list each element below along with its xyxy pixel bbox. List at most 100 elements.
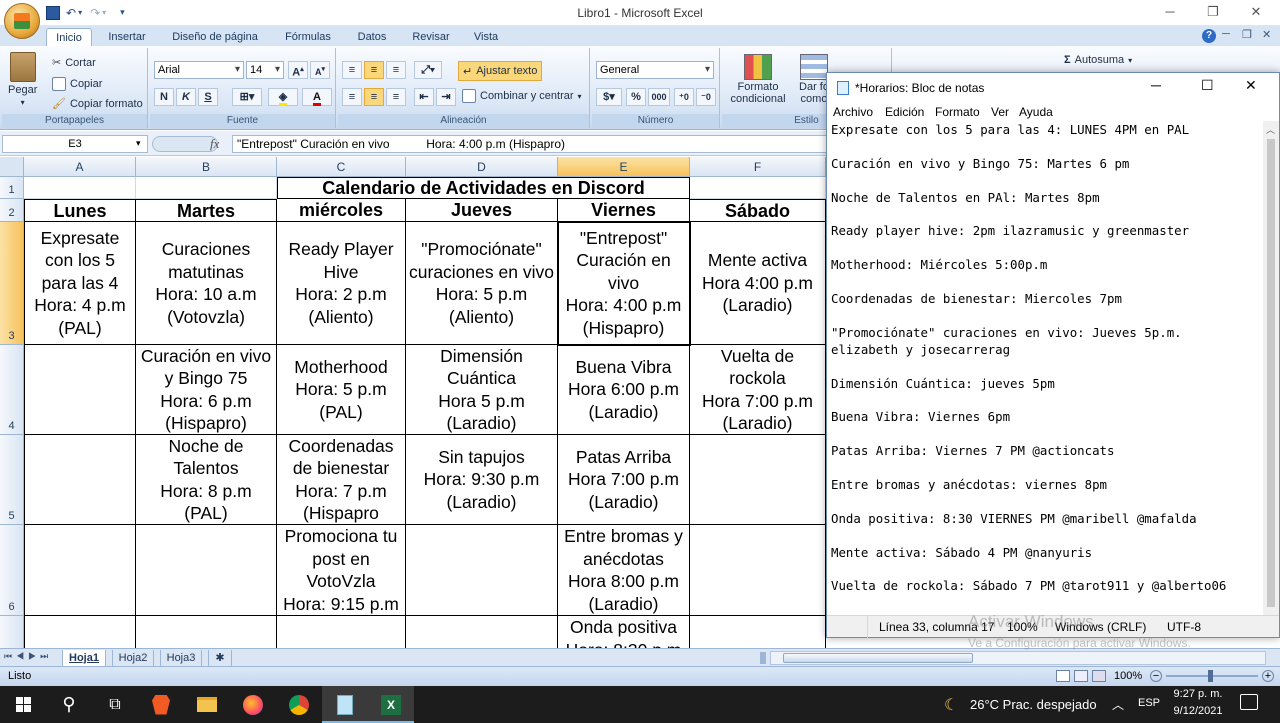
cell-c3[interactable]: Ready Player Hive Hora: 2 p.m (Aliento): [277, 222, 406, 345]
cell-b7[interactable]: [136, 616, 277, 648]
font-color-button[interactable]: A: [302, 88, 332, 106]
sheet-nav-arrows-icon[interactable]: ⏮◀▶⏭: [4, 651, 52, 662]
chrome-icon[interactable]: [276, 686, 322, 723]
weather-moon-icon[interactable]: ☾: [944, 695, 958, 715]
minimize-icon[interactable]: ─: [1150, 2, 1190, 22]
row-header-2[interactable]: 2: [0, 199, 24, 222]
cell-e6[interactable]: Entre bromas y anécdotas Hora 8:00 p.m (…: [558, 525, 690, 616]
firefox-icon[interactable]: [230, 686, 276, 723]
comma-style-button[interactable]: 000: [648, 88, 670, 106]
menu-ayuda[interactable]: Ayuda: [1019, 103, 1053, 121]
tab-inicio[interactable]: Inicio: [46, 28, 92, 46]
cell-f4[interactable]: Vuelta de rockola Hora 7:00 p.m (Laradio…: [690, 345, 826, 435]
sheet-tab-hoja2[interactable]: Hoja2: [112, 650, 154, 666]
cell-c7[interactable]: [277, 616, 406, 648]
zoom-level[interactable]: 100%: [1114, 667, 1142, 686]
notepad-minimize-icon[interactable]: ─: [1151, 77, 1161, 93]
col-header-a[interactable]: A: [24, 157, 136, 177]
wrap-text-button[interactable]: ↵ Ajustar texto: [458, 61, 543, 81]
horizontal-scrollbar[interactable]: [770, 651, 1266, 665]
calendar-title[interactable]: Calendario de Actividades en Discord: [277, 177, 690, 199]
cell-e5[interactable]: Patas Arriba Hora 7:00 p.m (Laradio): [558, 435, 690, 525]
sheet-tab-hoja1[interactable]: Hoja1: [62, 650, 106, 666]
row-header-6[interactable]: 6: [0, 525, 24, 616]
col-header-b[interactable]: B: [136, 157, 277, 177]
ribbon-close-icon[interactable]: ✕: [1262, 28, 1271, 41]
cell-b4[interactable]: Curación en vivo y Bingo 75 Hora: 6 p.m …: [136, 345, 277, 435]
file-explorer-icon[interactable]: [184, 686, 230, 723]
tray-chevron-icon[interactable]: ︿: [1112, 696, 1124, 713]
cell-c6[interactable]: Promociona tu post en VotoVzla Hora: 9:1…: [277, 525, 406, 616]
cell-a3[interactable]: Expresate con los 5 para las 4 Hora: 4 p…: [24, 222, 136, 345]
clock-date[interactable]: 9/12/2021: [1170, 705, 1226, 717]
cell-d3[interactable]: "Promociónate" curaciones en vivo Hora: …: [406, 222, 558, 345]
shrink-font-button[interactable]: A▾: [310, 61, 330, 79]
cell-e7[interactable]: Onda positiva Hora: 8:30 p.m: [558, 616, 690, 648]
borders-button[interactable]: ⊞▾: [232, 88, 262, 106]
col-header-c[interactable]: C: [277, 157, 406, 177]
spreadsheet-grid[interactable]: A B C D E F 1 2 3 4 5 6 Calendario de Ac…: [0, 157, 826, 648]
normal-view-icon[interactable]: [1056, 670, 1070, 682]
paste-button[interactable]: Pegar ▾: [8, 52, 37, 107]
font-name-combo[interactable]: Arial: [154, 61, 244, 79]
cell-f1[interactable]: [690, 177, 826, 199]
row-header-3[interactable]: 3: [0, 222, 24, 345]
select-all-corner[interactable]: [0, 157, 24, 177]
notepad-close-icon[interactable]: ✕: [1245, 77, 1257, 94]
redo-dropdown-icon[interactable]: ▾: [102, 8, 106, 17]
day-header-sabado[interactable]: Sábado: [690, 199, 826, 222]
input-language[interactable]: ESP: [1138, 697, 1160, 709]
menu-formato[interactable]: Formato: [935, 103, 980, 121]
cell-a5[interactable]: [24, 435, 136, 525]
tab-formulas[interactable]: Fórmulas: [278, 28, 338, 46]
help-icon[interactable]: ?: [1202, 29, 1216, 43]
underline-button[interactable]: S: [198, 88, 218, 106]
search-icon[interactable]: ⚲: [46, 686, 92, 723]
number-format-combo[interactable]: General: [596, 61, 714, 79]
cell-f3[interactable]: Mente activa Hora 4:00 p.m (Laradio): [690, 222, 826, 345]
conditional-format-button[interactable]: Formato condicional: [726, 54, 790, 105]
notepad-maximize-icon[interactable]: ☐: [1201, 77, 1214, 94]
cell-e3-selected[interactable]: "Entrepost" Curación en vivo Hora: 4:00 …: [557, 221, 691, 346]
customize-qat-icon[interactable]: ▾: [120, 7, 125, 18]
insert-function-icon[interactable]: fx: [210, 136, 219, 152]
cell-d5[interactable]: Sin tapujos Hora: 9:30 p.m (Laradio): [406, 435, 558, 525]
row-header-7[interactable]: [0, 616, 24, 648]
sheet-tab-hoja3[interactable]: Hoja3: [160, 650, 202, 666]
name-box[interactable]: E3: [2, 135, 148, 153]
menu-archivo[interactable]: Archivo: [833, 103, 873, 121]
start-button[interactable]: [0, 686, 46, 723]
col-header-d[interactable]: D: [406, 157, 558, 177]
cell-a7[interactable]: [24, 616, 136, 648]
cell-b3[interactable]: Curaciones matutinas Hora: 10 a.m (Votov…: [136, 222, 277, 345]
cell-c4[interactable]: Motherhood Hora: 5 p.m (PAL): [277, 345, 406, 435]
cell-a6[interactable]: [24, 525, 136, 616]
scroll-up-icon[interactable]: ︿: [1266, 123, 1275, 136]
align-left-button[interactable]: ≡: [342, 88, 362, 106]
horizontal-scroll-thumb[interactable]: [783, 653, 973, 663]
cell-f6[interactable]: [690, 525, 826, 616]
notifications-icon[interactable]: [1240, 694, 1258, 710]
increase-indent-button[interactable]: ⇥: [436, 88, 456, 106]
day-header-martes[interactable]: Martes: [136, 199, 277, 222]
cell-d4[interactable]: Dimensión Cuántica Hora 5 p.m (Laradio): [406, 345, 558, 435]
close-icon[interactable]: ✕: [1236, 2, 1276, 22]
tab-datos[interactable]: Datos: [350, 28, 394, 46]
grow-font-button[interactable]: A▴: [288, 61, 308, 79]
day-header-miercoles[interactable]: miércoles: [277, 199, 406, 222]
brave-browser-icon[interactable]: [138, 686, 184, 723]
orientation-button[interactable]: ⤢▾: [414, 61, 442, 79]
menu-ver[interactable]: Ver: [991, 103, 1009, 121]
cell-f7[interactable]: [690, 616, 826, 648]
cell-a4[interactable]: [24, 345, 136, 435]
day-header-jueves[interactable]: Jueves: [406, 199, 558, 222]
office-button[interactable]: [4, 3, 40, 39]
ribbon-minimize-icon[interactable]: ─: [1222, 28, 1230, 40]
increase-decimal-button[interactable]: ⁺0: [674, 88, 694, 106]
cell-b6[interactable]: [136, 525, 277, 616]
row-header-5[interactable]: 5: [0, 435, 24, 525]
undo-icon[interactable]: ↶: [66, 6, 76, 20]
align-right-button[interactable]: ≡: [386, 88, 406, 106]
font-size-combo[interactable]: 14: [246, 61, 284, 79]
weather-text[interactable]: 26°C Prac. despejado: [970, 697, 1097, 712]
